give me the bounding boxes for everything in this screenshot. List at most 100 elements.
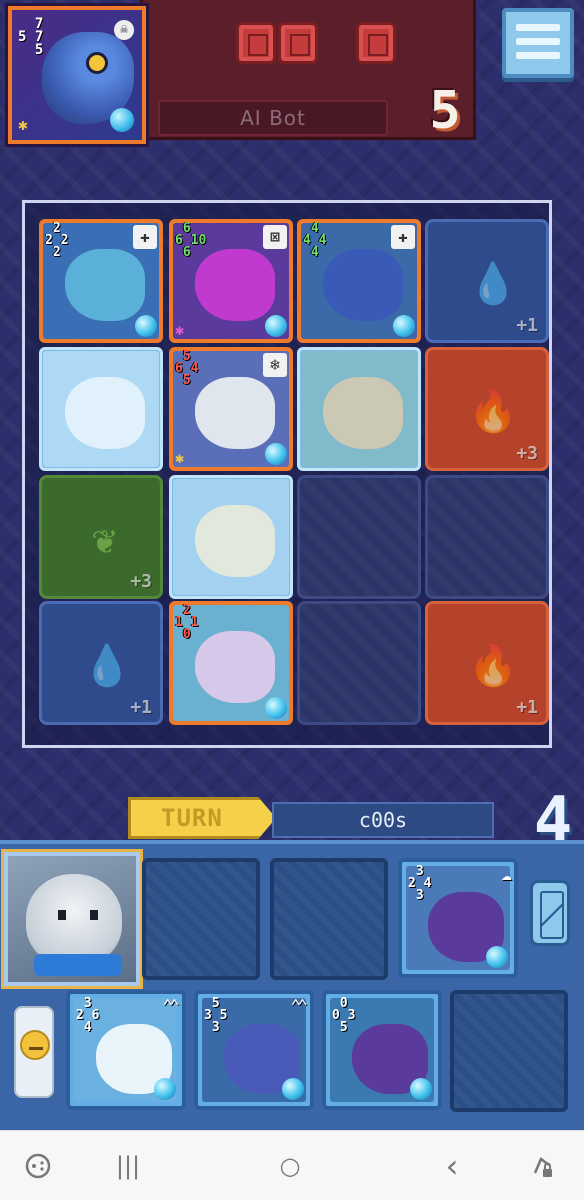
opponent-name: AI Bot — [158, 100, 388, 136]
opponent-board-card[interactable]: 2 1 1 0 — [169, 601, 293, 725]
water-orb-icon — [154, 1078, 176, 1100]
toggle-view-button[interactable] — [530, 880, 570, 946]
ability-icon: ✚ — [391, 225, 415, 249]
water-orb-icon — [135, 315, 157, 337]
opponent-board-card[interactable]: 5 6 4 5 ❄ ✱ — [169, 347, 293, 471]
card-stats: 5 6 4 5 — [175, 349, 199, 388]
emote-button[interactable] — [14, 1006, 54, 1098]
board-cell-leaf[interactable]: ❦ +3 — [39, 475, 163, 599]
board-cell-fire[interactable]: 🔥 +3 — [425, 347, 549, 471]
current-player-name: c00s — [272, 802, 494, 838]
star-icon: ✱ — [175, 449, 185, 467]
back-button[interactable]: ‹ — [432, 1150, 472, 1182]
element-bonus: +3 — [516, 443, 538, 464]
emote-face-icon — [20, 1030, 50, 1060]
water-orb-icon — [265, 697, 287, 719]
opponent-avatar[interactable]: 7 5 7 5 ☠ ✱ — [5, 3, 149, 147]
card-stats: 2 2 2 2 — [45, 221, 69, 260]
bear-eye — [58, 910, 66, 920]
opponent-board-card[interactable]: 2 2 2 2 ✚ — [39, 219, 163, 343]
field-slot-empty[interactable] — [142, 858, 260, 980]
field-card[interactable]: 3 2 4 3 ☁ — [398, 858, 518, 978]
hamburger-line — [516, 52, 560, 59]
opponent-board-card[interactable]: 4 4 4 4 ✚ — [297, 219, 421, 343]
player-board-card[interactable] — [297, 347, 421, 471]
creature-art — [323, 249, 403, 321]
creature-art — [65, 249, 145, 321]
board-cell-fire[interactable]: 🔥 +1 — [425, 601, 549, 725]
water-orb-icon — [265, 443, 287, 465]
water-orb-icon — [265, 315, 287, 337]
gamepad-icon[interactable] — [18, 1151, 58, 1181]
menu-button[interactable] — [502, 8, 574, 78]
card-stats: 4 4 4 4 — [303, 221, 327, 260]
player-board-card[interactable] — [39, 347, 163, 471]
creature-art — [195, 377, 275, 449]
game-board: 2 2 2 2 ✚ 6 6 10 6 ⊠ ✱ 4 4 4 4 ✚ 💧 +1 5 6 4 5 ❄… — [22, 200, 552, 748]
hamburger-line — [516, 38, 560, 45]
card-stats: 2 1 1 0 — [175, 603, 199, 642]
frozen-overlay — [297, 347, 421, 471]
upgrade-chevron-icon: ⌃⌃ — [290, 996, 308, 1017]
field-slot-empty[interactable] — [270, 858, 388, 980]
recents-button[interactable]: ||| — [108, 1151, 148, 1181]
system-nav-bar: ||| ○ ‹ — [0, 1130, 584, 1200]
bear-eye — [90, 910, 98, 920]
water-orb-icon — [393, 315, 415, 337]
hand-card[interactable]: 5 3 5 3 ⌃⌃ — [194, 990, 314, 1110]
opponent-score: 5 — [429, 81, 461, 141]
card-stats: 0 0 3 5 — [332, 996, 356, 1035]
water-orb-icon — [486, 946, 508, 968]
star-icon: ✱ — [175, 321, 185, 339]
hand-card[interactable]: 3 2 6 4 ⌃⌃ — [66, 990, 186, 1110]
hamburger-icon — [516, 24, 560, 31]
ability-icon: ❄ — [263, 353, 287, 377]
star-icon: ✱ — [18, 115, 28, 134]
frozen-overlay — [169, 475, 293, 599]
rotate-lock-icon[interactable] — [522, 1151, 562, 1181]
frozen-overlay — [39, 347, 163, 471]
card-stats: 3 2 4 3 — [408, 864, 432, 903]
hand-card[interactable]: 0 0 3 5 — [322, 990, 442, 1110]
leaf-element-icon: ❦ — [91, 517, 117, 563]
element-bonus: +1 — [516, 315, 538, 336]
board-cell-empty[interactable] — [425, 475, 549, 599]
creature-art — [195, 631, 275, 703]
ability-icon: ✚ — [133, 225, 157, 249]
fire-element-icon: 🔥 — [468, 389, 518, 435]
board-cell-water[interactable]: 💧 +1 — [425, 219, 549, 343]
water-orb-icon — [110, 108, 134, 132]
creature-eye — [86, 52, 108, 74]
polar-bear-art — [26, 874, 122, 966]
card-stats: 3 2 6 4 — [76, 996, 100, 1035]
board-cell-water[interactable]: 💧 +1 — [39, 601, 163, 725]
fire-element-icon: 🔥 — [468, 643, 518, 689]
water-element-icon: 💧 — [468, 261, 518, 307]
ability-icon: ⊠ — [263, 225, 287, 249]
bear-scarf — [34, 954, 122, 976]
opponent-card-back — [278, 22, 318, 64]
card-stats: 5 3 5 3 — [204, 996, 228, 1035]
creature-art — [195, 249, 275, 321]
opponent-card-back — [356, 22, 396, 64]
opponent-board-card[interactable]: 6 6 10 6 ⊠ ✱ — [169, 219, 293, 343]
hand-slot-empty[interactable] — [450, 990, 568, 1112]
water-orb-icon — [282, 1078, 304, 1100]
skull-icon: ☠ — [114, 20, 134, 40]
opponent-avatar-stats: 7 5 7 5 — [18, 16, 44, 58]
water-element-icon: 💧 — [82, 643, 132, 689]
upgrade-chevron-icon: ⌃⌃ — [162, 996, 180, 1017]
player-hero-avatar[interactable] — [1, 849, 143, 989]
board-cell-empty[interactable] — [297, 475, 421, 599]
cloud-icon: ☁ — [501, 864, 512, 885]
player-board-card[interactable] — [169, 475, 293, 599]
element-bonus: +1 — [130, 697, 152, 718]
element-bonus: +1 — [516, 697, 538, 718]
home-button[interactable]: ○ — [270, 1151, 310, 1181]
water-orb-icon — [410, 1078, 432, 1100]
turn-label: TURN — [128, 797, 276, 839]
card-stats: 6 6 10 6 — [175, 221, 207, 260]
opponent-card-back — [236, 22, 276, 64]
board-cell-empty[interactable] — [297, 601, 421, 725]
element-bonus: +3 — [130, 571, 152, 592]
